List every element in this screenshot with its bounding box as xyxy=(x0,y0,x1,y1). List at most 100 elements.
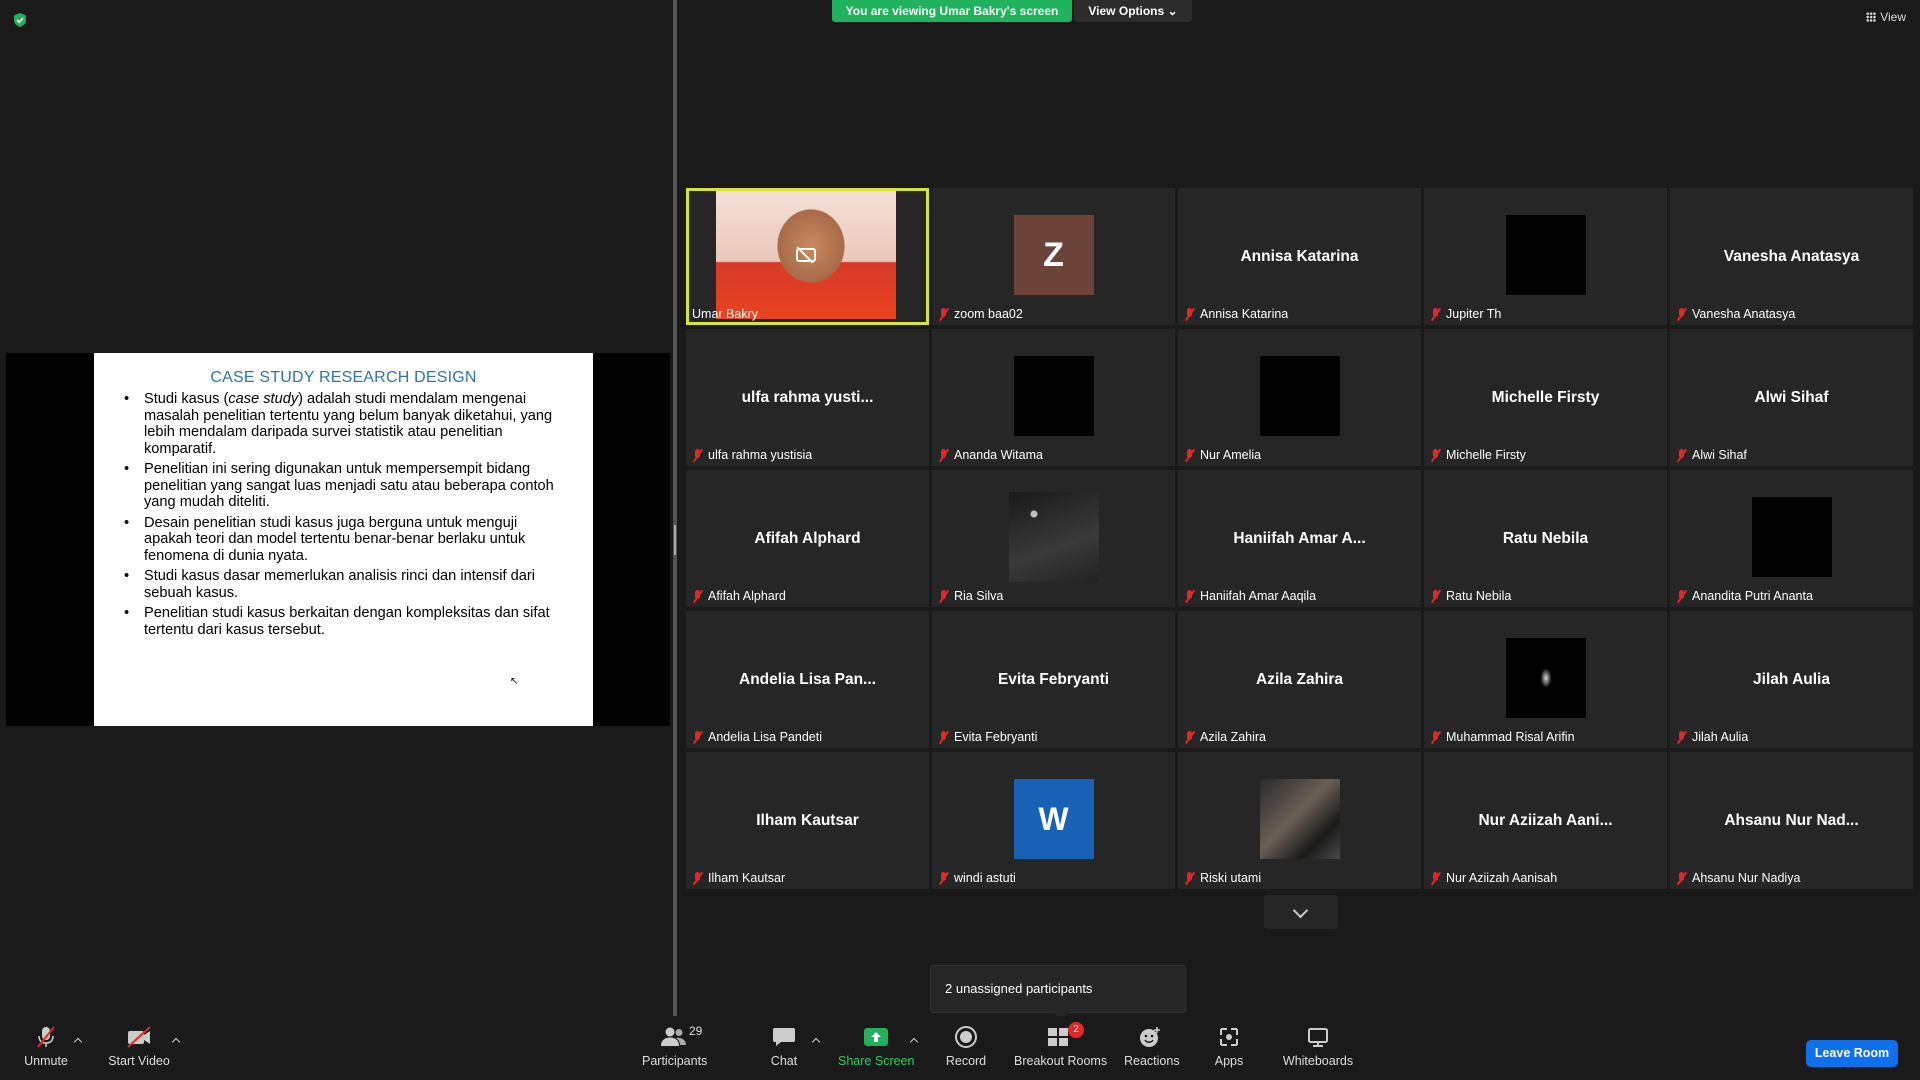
participant-tile[interactable]: Vanesha Anatasya Vanesha Anatasya xyxy=(1670,188,1913,325)
participant-tile[interactable]: ulfa rahma yusti... ulfa rahma yustisia xyxy=(686,329,929,466)
divider-drag-handle[interactable] xyxy=(674,525,676,555)
participant-tile[interactable]: Ananda Witama xyxy=(932,329,1175,466)
participant-tile[interactable]: Annisa Katarina Annisa Katarina xyxy=(1178,188,1421,325)
participant-name-label: Evita Febryanti xyxy=(938,730,1037,744)
slide-bullet: Penelitian ini sering digunakan untuk me… xyxy=(120,461,567,511)
view-options-label: View Options xyxy=(1088,4,1165,18)
participant-tile[interactable]: Azila Zahira Azila Zahira xyxy=(1178,611,1421,748)
participant-display-name: Nur Aziizah Aani... xyxy=(1478,812,1613,829)
participant-name: Nur Amelia xyxy=(1200,448,1262,462)
participant-name: Evita Febryanti xyxy=(954,730,1038,744)
share-options-caret-icon[interactable] xyxy=(910,1036,918,1044)
participant-display-name: Ratu Nebila xyxy=(1502,530,1589,547)
participant-tile[interactable]: Wwindi astuti xyxy=(932,752,1175,889)
participant-name-label: Ilham Kautsar xyxy=(692,871,785,885)
participant-name: Jupiter Th xyxy=(1446,307,1502,321)
participant-name: zoom baa02 xyxy=(954,307,1023,321)
participant-tile[interactable]: Ilham Kautsar Ilham Kautsar xyxy=(686,752,929,889)
participant-name-label: zoom baa02 xyxy=(938,307,1023,321)
participant-tile[interactable]: Riski utami xyxy=(1178,752,1421,889)
participant-name: Muhammad Risal Arifin xyxy=(1446,730,1575,744)
breakout-rooms-button[interactable]: 2 Breakout Rooms xyxy=(1014,1022,1107,1068)
participant-tile[interactable]: Zzoom baa02 xyxy=(932,188,1175,325)
participant-tile[interactable]: Evita Febryanti Evita Febryanti xyxy=(932,611,1175,748)
participant-tile[interactable]: Umar Bakry xyxy=(686,188,929,325)
participant-name-label: Riski utami xyxy=(1184,871,1261,885)
leave-room-button[interactable]: Leave Room xyxy=(1806,1040,1898,1067)
slide-bullet: Penelitian studi kasus berkaitan dengan … xyxy=(120,605,567,638)
slide-bullet-text: Penelitian studi kasus berkaitan dengan … xyxy=(144,605,550,638)
microphone-muted-icon xyxy=(1676,448,1688,462)
participant-tile[interactable]: Michelle Firsty Michelle Firsty xyxy=(1424,329,1667,466)
participant-name-label: Azila Zahira xyxy=(1184,730,1266,744)
participant-tile[interactable]: Alwi Sihaf Alwi Sihaf xyxy=(1670,329,1913,466)
participant-tile[interactable]: Jupiter Th xyxy=(1424,188,1667,325)
participant-tile[interactable]: Afifah Alphard Afifah Alphard xyxy=(686,470,929,607)
participant-name-label: Andelia Lisa Pandeti xyxy=(692,730,822,744)
participant-name: Andelia Lisa Pandeti xyxy=(708,730,822,744)
participant-name: Umar Bakry xyxy=(692,307,758,321)
participant-tile[interactable]: Ria Silva xyxy=(932,470,1175,607)
participant-tile[interactable]: Ahsanu Nur Nad... Ahsanu Nur Nadiya xyxy=(1670,752,1913,889)
camera-off-icon xyxy=(796,248,816,262)
breakout-rooms-badge: 2 xyxy=(1068,1022,1084,1038)
record-button[interactable]: Record xyxy=(944,1024,988,1068)
slide-bullet-list: Studi kasus (case study) adalah studi me… xyxy=(120,391,567,638)
pointer-cursor-icon: ↖ xyxy=(510,676,519,687)
participant-tile[interactable]: Haniifah Amar A... Haniifah Amar Aaqila xyxy=(1178,470,1421,607)
microphone-muted-icon xyxy=(1184,307,1196,321)
security-shield-icon[interactable] xyxy=(12,12,28,28)
unmute-button[interactable]: Unmute xyxy=(18,1024,74,1068)
participant-name: Michelle Firsty xyxy=(1446,448,1526,462)
participant-display-name: ulfa rahma yusti... xyxy=(741,389,874,406)
participant-video-thumbnail xyxy=(716,191,896,319)
slide-bullet-text: Desain penelitian studi kasus juga bergu… xyxy=(144,514,526,564)
participant-display-name: Vanesha Anatasya xyxy=(1723,248,1860,265)
participants-label: Participants xyxy=(642,1054,708,1068)
participant-name-label: ulfa rahma yustisia xyxy=(692,448,812,462)
participant-display-name: Ahsanu Nur Nad... xyxy=(1724,812,1859,829)
participant-tile[interactable]: Anandita Putri Ananta xyxy=(1670,470,1913,607)
gallery-next-page-button[interactable] xyxy=(1264,895,1338,929)
chat-button[interactable]: Chat xyxy=(766,1024,802,1068)
video-camera-off-icon xyxy=(106,1024,172,1050)
participant-name: Vanesha Anatasya xyxy=(1692,307,1796,321)
start-video-button[interactable]: Start Video xyxy=(106,1024,172,1068)
participant-name: Riski utami xyxy=(1200,871,1262,885)
whiteboards-button[interactable]: Whiteboards xyxy=(1282,1024,1354,1068)
participant-name-label: Jilah Aulia xyxy=(1676,730,1748,744)
audio-options-caret-icon[interactable] xyxy=(74,1036,82,1044)
participant-tile[interactable]: Andelia Lisa Pan... Andelia Lisa Pandeti xyxy=(686,611,929,748)
participant-name-label: Alwi Sihaf xyxy=(1676,448,1747,462)
split-divider[interactable] xyxy=(673,0,677,1016)
participant-name: Azila Zahira xyxy=(1200,730,1266,744)
shared-screen-pane: CASE STUDY RESEARCH DESIGN Studi kasus (… xyxy=(0,0,672,1016)
participant-name: Haniifah Amar Aaqila xyxy=(1200,589,1317,603)
participant-name: Ananda Witama xyxy=(954,448,1043,462)
chevron-down-icon: ⌄ xyxy=(1167,4,1178,18)
microphone-muted-icon xyxy=(1676,307,1688,321)
unassigned-participants-tooltip[interactable]: 2 unassigned participants xyxy=(930,965,1186,1020)
slide-bullet: Desain penelitian studi kasus juga bergu… xyxy=(120,515,567,565)
microphone-muted-icon xyxy=(692,730,704,744)
participant-tile[interactable]: Muhammad Risal Arifin xyxy=(1424,611,1667,748)
apps-button[interactable]: Apps xyxy=(1212,1024,1246,1068)
chat-options-caret-icon[interactable] xyxy=(812,1036,820,1044)
participant-name-label: Ria Silva xyxy=(938,589,1003,603)
participant-name-label: Ahsanu Nur Nadiya xyxy=(1676,871,1800,885)
share-screen-button[interactable]: Share Screen xyxy=(838,1024,914,1068)
view-layout-button[interactable]: View xyxy=(1866,10,1906,24)
view-options-button[interactable]: View Options ⌄ xyxy=(1074,0,1192,22)
reactions-button[interactable]: Reactions xyxy=(1124,1024,1180,1068)
participant-tile[interactable]: Nur Aziizah Aani... Nur Aziizah Aanisah xyxy=(1424,752,1667,889)
microphone-muted-icon xyxy=(1676,589,1688,603)
microphone-muted-icon xyxy=(938,307,950,321)
participant-tile[interactable]: Nur Amelia xyxy=(1178,329,1421,466)
presentation-slide: CASE STUDY RESEARCH DESIGN Studi kasus (… xyxy=(94,353,593,726)
participant-name: Nur Aziizah Aanisah xyxy=(1446,871,1558,885)
participant-tile[interactable]: Jilah Aulia Jilah Aulia xyxy=(1670,611,1913,748)
participants-button[interactable]: 29 Participants xyxy=(642,1024,708,1068)
video-options-caret-icon[interactable] xyxy=(172,1036,180,1044)
participant-tile[interactable]: Ratu Nebila Ratu Nebila xyxy=(1424,470,1667,607)
participant-name: Alwi Sihaf xyxy=(1692,448,1747,462)
